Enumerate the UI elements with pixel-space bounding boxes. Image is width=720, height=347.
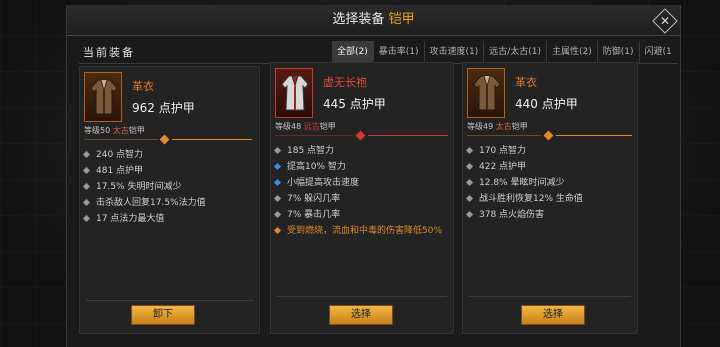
item-icon-frame xyxy=(275,68,313,118)
item-type: 铠甲 xyxy=(319,122,336,131)
robe-icon xyxy=(90,79,118,115)
item-level: 等级50 xyxy=(84,126,111,135)
unequip-button[interactable]: 卸下 xyxy=(131,305,195,325)
item-armor: 962 点护甲 xyxy=(132,101,195,115)
stat-list: 185 点智力 提高10% 智力 小幅提高攻击速度 7% 躲闪几率 7% 暴击几… xyxy=(273,143,442,239)
item-quality: 远古 xyxy=(303,122,320,131)
dialog-title: 选择装备 铠甲 xyxy=(67,5,680,36)
stat-line: 击杀敌人回复17.5%法力值 xyxy=(82,195,206,211)
item-level-line: 等级48 远古铠甲 xyxy=(275,121,336,132)
robe-icon xyxy=(473,75,501,111)
divider xyxy=(469,296,631,297)
tab-defense[interactable]: 防御(1) xyxy=(598,41,640,63)
item-level: 等级48 xyxy=(275,122,302,131)
stat-line: 422 点护甲 xyxy=(465,159,583,175)
stat-line: 17 点法力最大值 xyxy=(82,211,206,227)
item-name: 虚无长袍 xyxy=(323,76,367,89)
item-level-line: 等级50 太古铠甲 xyxy=(84,125,145,136)
item-name: 革衣 xyxy=(132,80,154,93)
divider xyxy=(277,296,447,297)
stat-line: 240 点智力 xyxy=(82,147,206,163)
select-button[interactable]: 选择 xyxy=(329,305,393,325)
select-button[interactable]: 选择 xyxy=(521,305,585,325)
item-armor: 440 点护甲 xyxy=(515,97,578,111)
divider xyxy=(86,300,254,301)
item-icon-frame xyxy=(467,68,505,118)
stat-list: 240 点智力 481 点护甲 17.5% 失明时间减少 击杀敌人回复17.5%… xyxy=(82,147,206,227)
title-accent: 铠甲 xyxy=(388,12,415,27)
item-level: 等级49 xyxy=(467,122,494,131)
tab-dodge[interactable]: 闪避(1 xyxy=(640,41,677,63)
stat-line: 17.5% 失明时间减少 xyxy=(82,179,206,195)
stat-line: 7% 躲闪几率 xyxy=(273,191,442,207)
item-type: 铠甲 xyxy=(128,126,145,135)
robe-icon xyxy=(281,75,309,111)
stat-line: 481 点护甲 xyxy=(82,163,206,179)
filter-tabs: 全部(2) 暴击率(1) 攻击速度(1) 远古/太古(1) 主属性(2) 防御(… xyxy=(332,41,678,64)
tab-ancient[interactable]: 远古/太古(1) xyxy=(484,41,548,63)
stat-line: 受到燃烧，流血和中毒的伤害降低50% xyxy=(273,223,442,239)
item-card-option-1[interactable]: 虚无长袍 445 点护甲 等级48 远古铠甲 185 点智力 提高10% 智力 … xyxy=(270,62,454,334)
item-icon-frame xyxy=(84,72,122,122)
tab-attack-speed[interactable]: 攻击速度(1) xyxy=(425,41,485,63)
item-quality: 太古 xyxy=(112,126,129,135)
stat-line: 170 点智力 xyxy=(465,143,583,159)
item-card-option-2[interactable]: 革衣 440 点护甲 等级49 太古铠甲 170 点智力 422 点护甲 12.… xyxy=(462,62,638,334)
title-prefix: 选择装备 xyxy=(332,12,385,27)
tab-main-stat[interactable]: 主属性(2) xyxy=(547,41,598,63)
stat-line: 战斗胜利恢复12% 生命值 xyxy=(465,191,583,207)
item-armor: 445 点护甲 xyxy=(323,97,386,111)
stat-line: 小幅提高攻击速度 xyxy=(273,175,442,191)
item-type: 铠甲 xyxy=(511,122,528,131)
tab-all[interactable]: 全部(2) xyxy=(332,41,374,63)
close-icon: ✕ xyxy=(659,14,671,28)
current-item-card: 革衣 962 点护甲 等级50 太古铠甲 240 点智力 481 点护甲 17.… xyxy=(79,66,260,334)
stat-line: 185 点智力 xyxy=(273,143,442,159)
tab-crit[interactable]: 暴击率(1) xyxy=(374,41,425,63)
item-quality: 太古 xyxy=(495,122,512,131)
stat-line: 12.8% 晕眩时间减少 xyxy=(465,175,583,191)
item-level-line: 等级49 太古铠甲 xyxy=(467,121,528,132)
stat-line: 提高10% 智力 xyxy=(273,159,442,175)
item-name: 革衣 xyxy=(515,76,537,89)
stat-line: 7% 暴击几率 xyxy=(273,207,442,223)
stat-line: 378 点火焰伤害 xyxy=(465,207,583,223)
section-title: 当前装备 xyxy=(83,46,135,59)
stat-list: 170 点智力 422 点护甲 12.8% 晕眩时间减少 战斗胜利恢复12% 生… xyxy=(465,143,583,223)
